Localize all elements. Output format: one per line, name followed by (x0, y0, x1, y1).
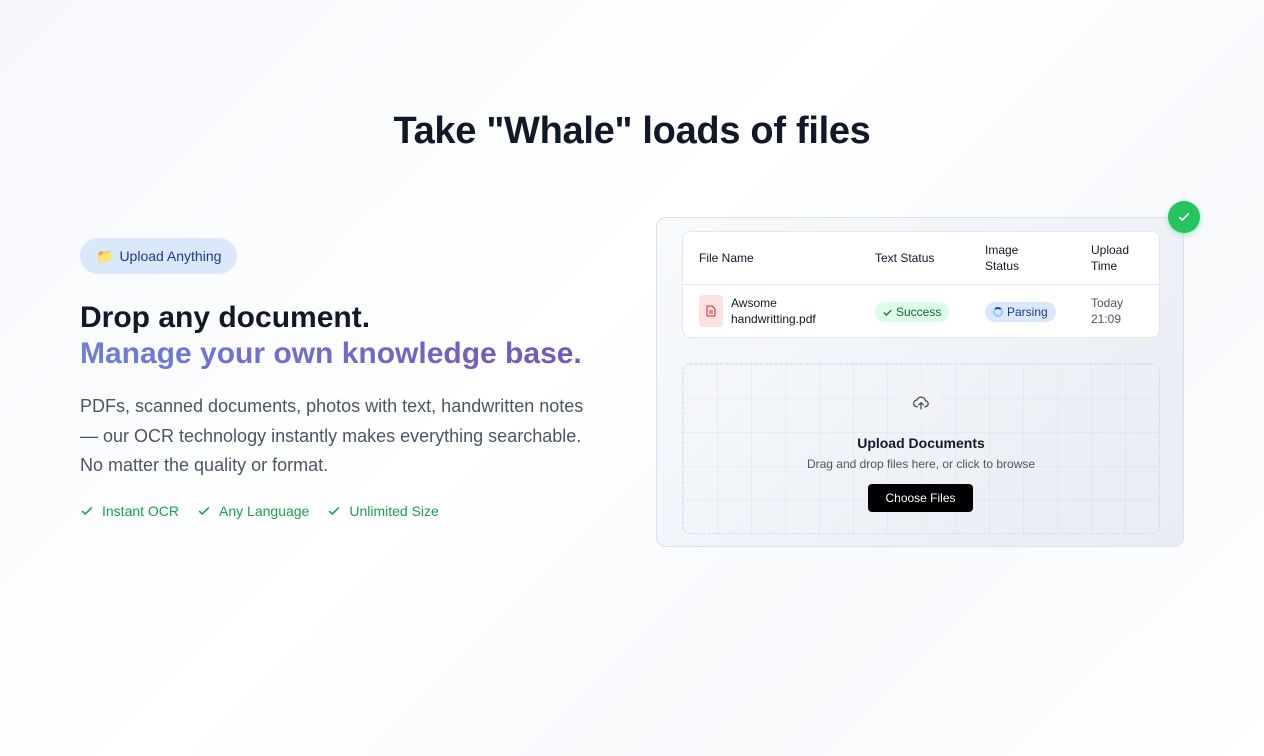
feature-label: Any Language (219, 502, 310, 519)
upload-time: Today 21:09 (1091, 295, 1123, 327)
cloud-upload-icon (902, 384, 940, 422)
feature-item: Unlimited Size (327, 502, 439, 519)
upload-subtitle: Drag and drop files here, or click to br… (806, 457, 1036, 471)
header-image-status-line1: Image (985, 243, 1019, 257)
file-dropzone[interactable]: Upload Documents Drag and drop files her… (682, 363, 1160, 534)
upload-demo-panel: File Name Text Status Image Status Uploa… (656, 217, 1184, 547)
intro-column: 📁 Upload Anything Drop any document. Man… (80, 238, 620, 519)
heading-line-2: Manage your own knowledge base. (80, 336, 620, 372)
pdf-file-icon (699, 295, 723, 327)
header-file-name: File Name (699, 251, 754, 265)
upload-time-line2: 21:09 (1091, 312, 1122, 326)
description: PDFs, scanned documents, photos with tex… (80, 396, 584, 475)
check-icon (1178, 213, 1190, 221)
upload-title: Upload Documents (857, 435, 985, 451)
check-icon (198, 506, 210, 515)
feature-item: Any Language (197, 503, 309, 519)
folder-icon: 📁 (96, 247, 114, 264)
upload-time-line1: Today (1091, 296, 1124, 310)
spinner-icon (993, 307, 1003, 317)
feature-label: Unlimited Size (349, 502, 439, 519)
success-check-badge (1168, 201, 1200, 233)
check-icon (883, 309, 892, 316)
image-status-label: Parsing (1007, 305, 1048, 319)
image-status-badge: Parsing (985, 302, 1056, 322)
header-image-status-line2: Status (985, 259, 1020, 273)
file-name-line2: handwritting.pdf (731, 312, 816, 326)
feature-label: Instant OCR (102, 502, 180, 519)
header-image-status: Image Status (985, 242, 1019, 274)
heading-line-1: Drop any document. (80, 301, 371, 334)
header-upload-time-line2: Time (1091, 259, 1118, 273)
badge-label: Upload Anything (119, 248, 222, 264)
table-header: File Name Text Status Image Status Uploa… (683, 232, 1159, 285)
file-name: Awsome handwritting.pdf (731, 295, 851, 327)
header-text-status: Text Status (875, 251, 935, 265)
feature-item: Instant OCR (80, 503, 179, 519)
feature-list: Instant OCR Any Language Unlimited Size (80, 503, 620, 519)
text-status-label: Success (896, 305, 942, 319)
choose-files-button[interactable]: Choose Files (868, 484, 973, 512)
text-status-badge: Success (875, 302, 950, 322)
table-row[interactable]: Awsome handwritting.pdf Success Parsing … (683, 285, 1159, 338)
section-headline: Take "Whale" loads of files (393, 110, 871, 152)
header-upload-time-line1: Upload (1091, 243, 1130, 257)
upload-anything-badge: 📁 Upload Anything (80, 238, 238, 274)
check-icon (329, 506, 340, 515)
files-table: File Name Text Status Image Status Uploa… (682, 231, 1160, 338)
file-name-line1: Awsome (731, 296, 777, 310)
check-icon (81, 506, 93, 515)
header-upload-time: Upload Time (1091, 242, 1129, 274)
